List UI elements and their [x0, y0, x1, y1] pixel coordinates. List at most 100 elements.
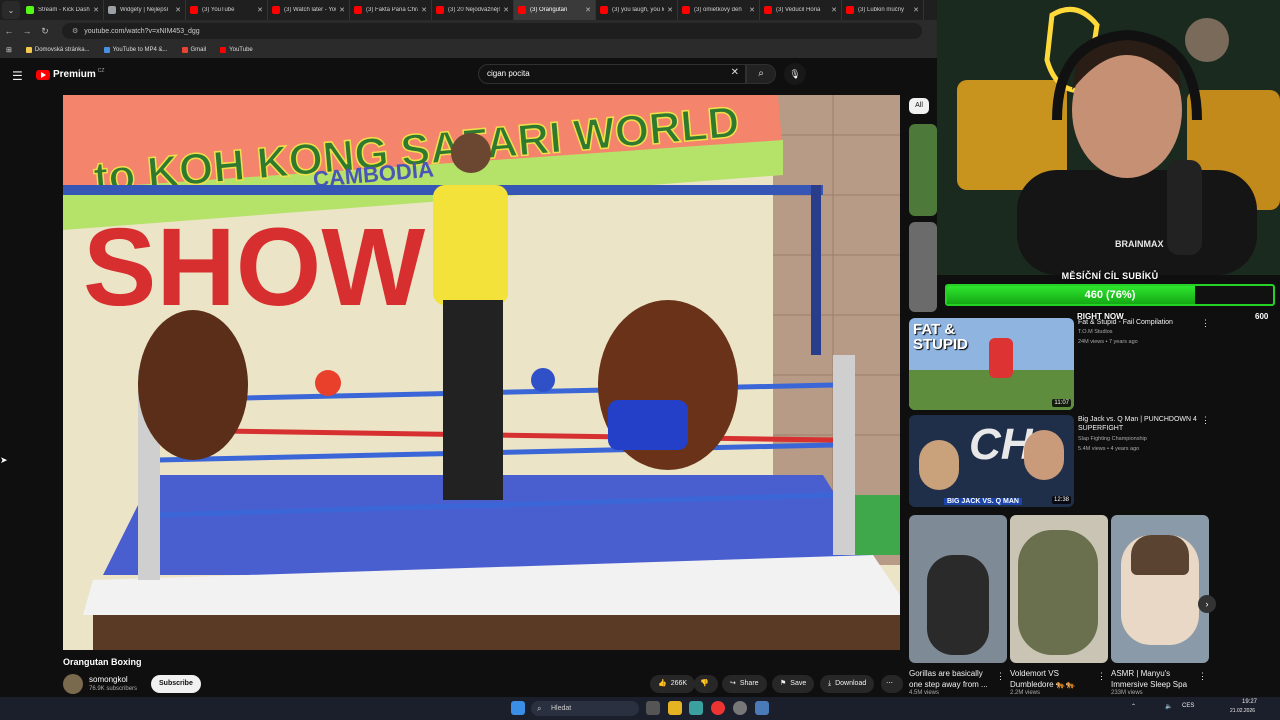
download-button[interactable]: ⤓ Download [820, 675, 875, 693]
bookmark-icon: ⚑ [780, 680, 787, 687]
tab-close-icon[interactable]: ✕ [503, 6, 509, 14]
bookmark-item[interactable]: Domovská stránka... [25, 47, 90, 53]
partial-thumbnail[interactable] [909, 124, 937, 216]
chip-all[interactable]: All [909, 98, 929, 114]
tab-search-button[interactable]: ⌄ [2, 1, 20, 19]
browser-tab[interactable]: (3) Watch later - YouTube✕ [268, 0, 350, 20]
youtube-logo[interactable]: Premium CZ [36, 67, 105, 80]
tab-close-icon[interactable]: ✕ [913, 6, 919, 14]
back-icon[interactable]: ← [0, 26, 18, 36]
subscribe-button[interactable]: Subscribe [151, 675, 201, 693]
forward-icon[interactable]: → [18, 26, 36, 36]
more-options-icon[interactable]: ⋮ [1201, 415, 1210, 426]
language-indicator[interactable]: CES [1182, 703, 1194, 709]
tab-title: (3) 20 Nejodvážnějších [448, 7, 500, 13]
channel-name[interactable]: somongkol [89, 675, 128, 684]
short-thumbnail[interactable] [1010, 515, 1108, 663]
microphone-icon: 🎙 [789, 69, 801, 79]
chrome-icon[interactable] [711, 701, 725, 715]
tab-favicon-icon [272, 6, 280, 14]
recommendation-thumbnail[interactable]: CH BIG JACK VS. Q MAN 12:38 [909, 415, 1074, 507]
store-icon[interactable] [689, 701, 703, 715]
dislike-button[interactable]: 👎 [694, 675, 718, 693]
browser-tab[interactable]: (3) YouTube ✕ [186, 0, 268, 20]
gorilla-figure [927, 555, 989, 655]
bookmark-item[interactable]: YouTube to MP4 &... [103, 47, 168, 53]
more-options-icon[interactable]: ⋮ [996, 671, 1005, 682]
short-thumbnail[interactable] [1111, 515, 1209, 663]
video-player[interactable]: to KOH KONG SAFARI WORLD CAMBODIA SHOW [63, 95, 900, 650]
volume-icon[interactable]: 🔈 [1165, 703, 1172, 710]
more-options-icon[interactable]: ⋮ [1097, 671, 1106, 682]
shorts-next-button[interactable]: › [1198, 595, 1216, 613]
settings-icon[interactable] [755, 701, 769, 715]
webcam-scene: BRAINMAX [937, 0, 1280, 275]
like-count: 266K [670, 680, 688, 687]
short-title[interactable]: Gorillas are basically one step away fro… [909, 668, 993, 690]
tab-close-icon[interactable]: ✕ [257, 6, 263, 14]
browser-tab[interactable]: (3) Orangutan ✕ [514, 0, 596, 20]
url-field[interactable]: ⚙ youtube.com/watch?v=xNIM453_dgg [62, 23, 922, 39]
tab-close-icon[interactable]: ✕ [667, 6, 673, 14]
more-options-icon[interactable]: ⋮ [1198, 671, 1207, 682]
browser-tab[interactable]: (3) Veducil Horia ✕ [760, 0, 842, 20]
more-actions-button[interactable]: ⋯ [881, 675, 903, 693]
more-options-icon[interactable]: ⋮ [1201, 318, 1210, 329]
tab-close-icon[interactable]: ✕ [585, 6, 591, 14]
bookmark-item[interactable]: Gmail [181, 47, 206, 53]
file-explorer-icon[interactable] [668, 701, 682, 715]
search-input[interactable]: cigan pocita ✕ [478, 64, 746, 84]
short-title[interactable]: ASMR | Manyu's Immersive Sleep Spa [1111, 668, 1195, 690]
browser-tab[interactable]: (3) you laugh, you lose✕ [596, 0, 678, 20]
bookmark-favicon-icon [25, 47, 32, 53]
save-button[interactable]: ⚑ Save [772, 675, 815, 693]
search-button[interactable]: ⌕ [746, 64, 776, 84]
tray-overflow-icon[interactable]: ⌃ [1131, 703, 1136, 710]
clear-search-icon[interactable]: ✕ [731, 67, 739, 78]
subscriber-count: 76.9K subscribers [89, 686, 138, 692]
tab-favicon-icon [190, 6, 198, 14]
goal-target-label: 600 [1255, 312, 1269, 321]
tab-title: (3) you laugh, you lose [612, 7, 664, 13]
tab-close-icon[interactable]: ✕ [749, 6, 755, 14]
mouse-cursor-icon: ➤ [0, 455, 8, 465]
clock-time[interactable]: 19:27 [1242, 699, 1257, 705]
voice-search-button[interactable]: 🎙 [784, 63, 806, 85]
tab-close-icon[interactable]: ✕ [175, 6, 181, 14]
tab-close-icon[interactable]: ✕ [831, 6, 837, 14]
taskbar-search[interactable]: ⌕ Hledat [531, 701, 639, 716]
like-button[interactable]: 👍 266K [650, 675, 696, 693]
bookmark-favicon-icon [103, 47, 110, 53]
short-views: 4.5M views [909, 690, 940, 696]
thumbnail-figure [989, 338, 1013, 378]
bookmark-item[interactable]: YouTube [220, 47, 253, 53]
browser-tab[interactable]: (3) omietkovy deň ✕ [678, 0, 760, 20]
browser-tab[interactable]: (3) Fakta Pana Chrapka✕ [350, 0, 432, 20]
browser-tab[interactable]: Stream - Kick Dashboard✕ [22, 0, 104, 20]
reload-icon[interactable]: ↻ [36, 26, 54, 37]
tab-close-icon[interactable]: ✕ [339, 6, 345, 14]
partial-thumbnail[interactable] [909, 222, 937, 312]
browser-tab[interactable]: Widgety | Nejlepší ✕ [104, 0, 186, 20]
short-title[interactable]: Voldemort VS Dumbledore 🐅🐅 [1010, 668, 1094, 690]
share-button[interactable]: ↪ Share [722, 675, 767, 693]
thumbs-up-icon: 👍 [658, 680, 667, 687]
task-view-icon[interactable] [646, 701, 660, 715]
obs-icon[interactable] [733, 701, 747, 715]
video-title: Orangutan Boxing [63, 657, 142, 667]
menu-icon[interactable]: ☰ [12, 69, 23, 83]
windows-start-icon[interactable] [511, 701, 525, 715]
thumbnail-text: BIG JACK VS. Q MAN [944, 498, 1022, 505]
clock-date[interactable]: 21.02.2026 [1230, 708, 1255, 714]
recommendation-title[interactable]: Big Jack vs. Q Man | PUNCHDOWN 4 SUPERFI… [1078, 415, 1198, 433]
recommendation-thumbnail[interactable]: FAT & STUPID 11:07 [909, 318, 1074, 410]
site-info-icon[interactable]: ⚙ [72, 27, 78, 35]
short-thumbnail[interactable] [909, 515, 1007, 663]
url-text: youtube.com/watch?v=xNIM453_dgg [84, 27, 200, 35]
tab-close-icon[interactable]: ✕ [421, 6, 427, 14]
logo-country: CZ [97, 67, 105, 74]
channel-avatar[interactable] [63, 674, 83, 694]
tab-close-icon[interactable]: ✕ [93, 6, 99, 14]
browser-tab[interactable]: (3) 20 Nejodvážnějších✕ [432, 0, 514, 20]
browser-tab[interactable]: (3) Lubkin múčny ✕ [842, 0, 924, 20]
